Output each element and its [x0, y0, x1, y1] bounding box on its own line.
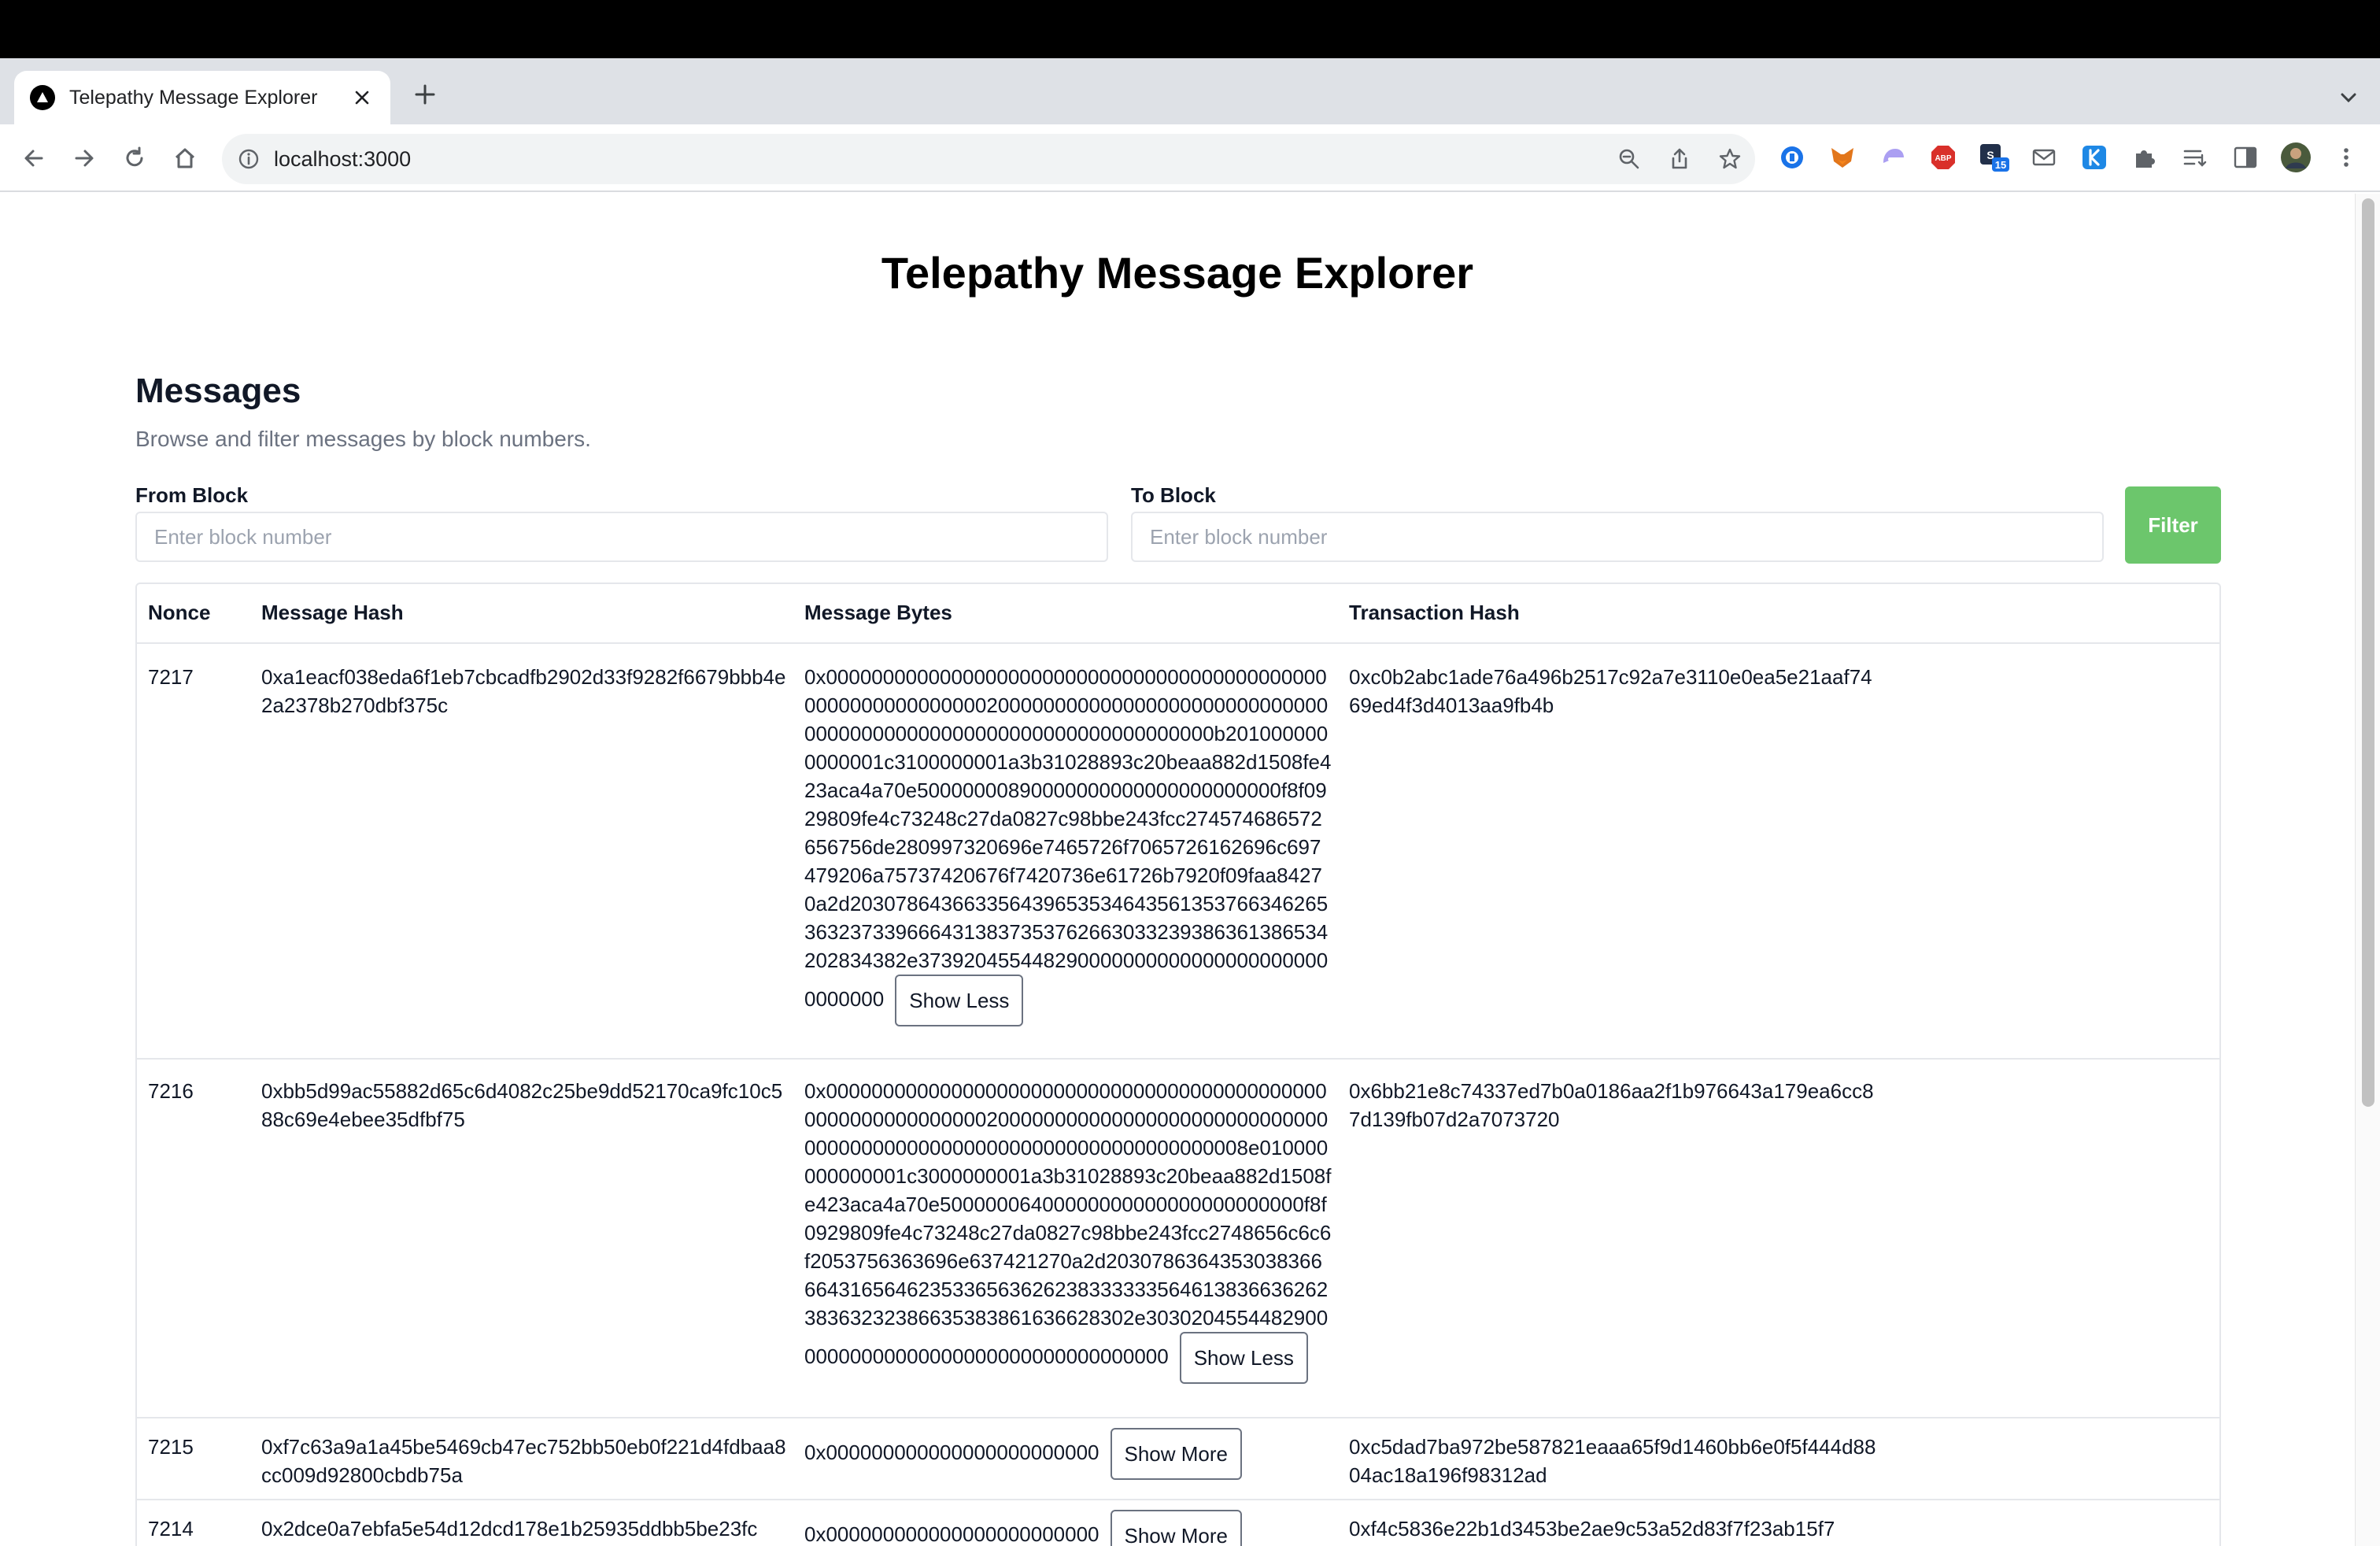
profile-avatar[interactable] [2280, 142, 2312, 173]
from-block-label: From Block [135, 483, 249, 507]
table-row: 7216 0xbb5d99ac55882d65c6d4082c25be9dd52… [137, 1060, 2219, 1418]
message-bytes-cell: 0x00000000000000000000000000000000000000… [804, 663, 1332, 1026]
transaction-hash-cell: 0xc5dad7ba972be587821eaaa65f9d1460bb6e0f… [1349, 1435, 1876, 1487]
column-header-message-hash: Message Hash [261, 601, 404, 624]
reload-icon[interactable] [116, 140, 153, 176]
browser-toolbar: localhost:3000 [0, 124, 2380, 192]
message-bytes-text: 0x000000000000000000000000 [804, 1522, 1099, 1546]
messages-table: Nonce Message Hash Message Bytes Transac… [135, 583, 2221, 1546]
extension-badge-count: 15 [1995, 159, 2006, 171]
table-row: 7217 0xa1eacf038eda6f1eb7cbcadfb2902d33f… [137, 644, 2219, 1060]
reading-list-icon[interactable] [2179, 142, 2211, 173]
back-arrow-icon[interactable] [16, 140, 52, 176]
message-bytes-text: 0x00000000000000000000000000000000000000… [804, 1079, 1332, 1368]
more-vertical-icon[interactable] [2330, 142, 2362, 173]
show-less-button[interactable]: Show Less [895, 975, 1024, 1026]
close-icon[interactable] [349, 85, 375, 110]
nonce-cell: 7214 [148, 1517, 194, 1540]
k-extension-icon[interactable] [2079, 142, 2110, 173]
chevron-down-icon[interactable] [2333, 82, 2364, 113]
os-menu-bar [0, 0, 2380, 58]
url-text[interactable]: localhost:3000 [274, 134, 411, 184]
message-hash-cell: 0xf7c63a9a1a45be5469cb47ec752bb50eb0f221… [261, 1435, 786, 1487]
column-header-message-bytes: Message Bytes [804, 601, 952, 624]
message-bytes-cell: 0x000000000000000000000000 Show More [804, 1428, 1332, 1480]
message-bytes-cell: 0x000000000000000000000000 Show More [804, 1510, 1332, 1546]
transaction-hash-cell: 0x6bb21e8c74337ed7b0a0186aa2f1b976643a17… [1349, 1079, 1874, 1131]
metamask-fox-icon[interactable] [1827, 142, 1858, 173]
browser-tab[interactable]: Telepathy Message Explorer [14, 71, 390, 124]
password-manager-extension-icon[interactable] [1776, 142, 1808, 173]
triangle-logo-icon [30, 85, 55, 110]
page-scrollbar[interactable] [2355, 194, 2380, 1546]
from-block-input[interactable] [135, 512, 1108, 562]
to-block-label: To Block [1131, 483, 1216, 507]
table-row: 7214 0x2dce0a7ebfa5e54d12dcd178e1b25935d… [137, 1500, 2219, 1546]
phantom-wallet-icon[interactable] [1877, 142, 1909, 173]
message-hash-cell: 0xbb5d99ac55882d65c6d4082c25be9dd52170ca… [261, 1079, 783, 1131]
notifications-extension-icon[interactable]: S 15 [1978, 142, 2009, 173]
transaction-hash-cell: 0xc0b2abc1ade76a496b2517c92a7e3110e0ea5e… [1349, 665, 1872, 717]
extensions-puzzle-icon[interactable] [2129, 142, 2160, 173]
nonce-cell: 7216 [148, 1079, 194, 1103]
message-bytes-text: 0x00000000000000000000000000000000000000… [804, 665, 1332, 1011]
show-less-button[interactable]: Show Less [1179, 1332, 1308, 1384]
svg-text:ABP: ABP [1935, 154, 1951, 163]
side-panel-icon[interactable] [2230, 142, 2261, 173]
nonce-cell: 7215 [148, 1435, 194, 1459]
share-icon[interactable] [1665, 145, 1694, 173]
bookmark-star-icon[interactable] [1716, 145, 1744, 173]
message-bytes-text: 0x000000000000000000000000 [804, 1440, 1099, 1464]
to-block-input[interactable] [1131, 512, 2104, 562]
new-tab-plus-icon[interactable] [409, 79, 441, 110]
page-viewport: Telepathy Message Explorer Messages Brow… [0, 194, 2355, 1546]
address-bar[interactable]: localhost:3000 [222, 134, 1755, 184]
transaction-hash-cell: 0xf4c5836e22b1d3453be2ae9c53a52d83f7f23a… [1349, 1517, 1835, 1540]
show-more-button[interactable]: Show More [1110, 1428, 1242, 1480]
nonce-cell: 7217 [148, 665, 194, 689]
message-hash-cell: 0xa1eacf038eda6f1eb7cbcadfb2902d33f9282f… [261, 665, 786, 717]
scrollbar-thumb[interactable] [2362, 198, 2374, 1107]
forward-arrow-icon[interactable] [66, 140, 102, 176]
section-title: Messages [135, 372, 301, 410]
page-title: Telepathy Message Explorer [881, 248, 1474, 298]
table-row: 7215 0xf7c63a9a1a45be5469cb47ec752bb50eb… [137, 1418, 2219, 1500]
home-icon[interactable] [167, 140, 203, 176]
tab-strip: Telepathy Message Explorer [0, 58, 2380, 124]
message-bytes-cell: 0x00000000000000000000000000000000000000… [804, 1077, 1332, 1384]
column-header-nonce: Nonce [148, 601, 211, 624]
zoom-icon[interactable] [1615, 145, 1643, 173]
adblock-plus-icon[interactable]: ABP [1927, 142, 1959, 173]
message-hash-cell: 0x2dce0a7ebfa5e54d12dcd178e1b25935ddbb5b… [261, 1517, 758, 1540]
mail-icon[interactable] [2028, 142, 2060, 173]
column-header-transaction-hash: Transaction Hash [1349, 601, 1520, 624]
filter-button[interactable]: Filter [2125, 486, 2221, 564]
section-subtitle: Browse and filter messages by block numb… [135, 427, 591, 451]
info-icon[interactable] [235, 145, 263, 173]
tab-title: Telepathy Message Explorer [69, 86, 318, 109]
show-more-button[interactable]: Show More [1110, 1510, 1242, 1546]
